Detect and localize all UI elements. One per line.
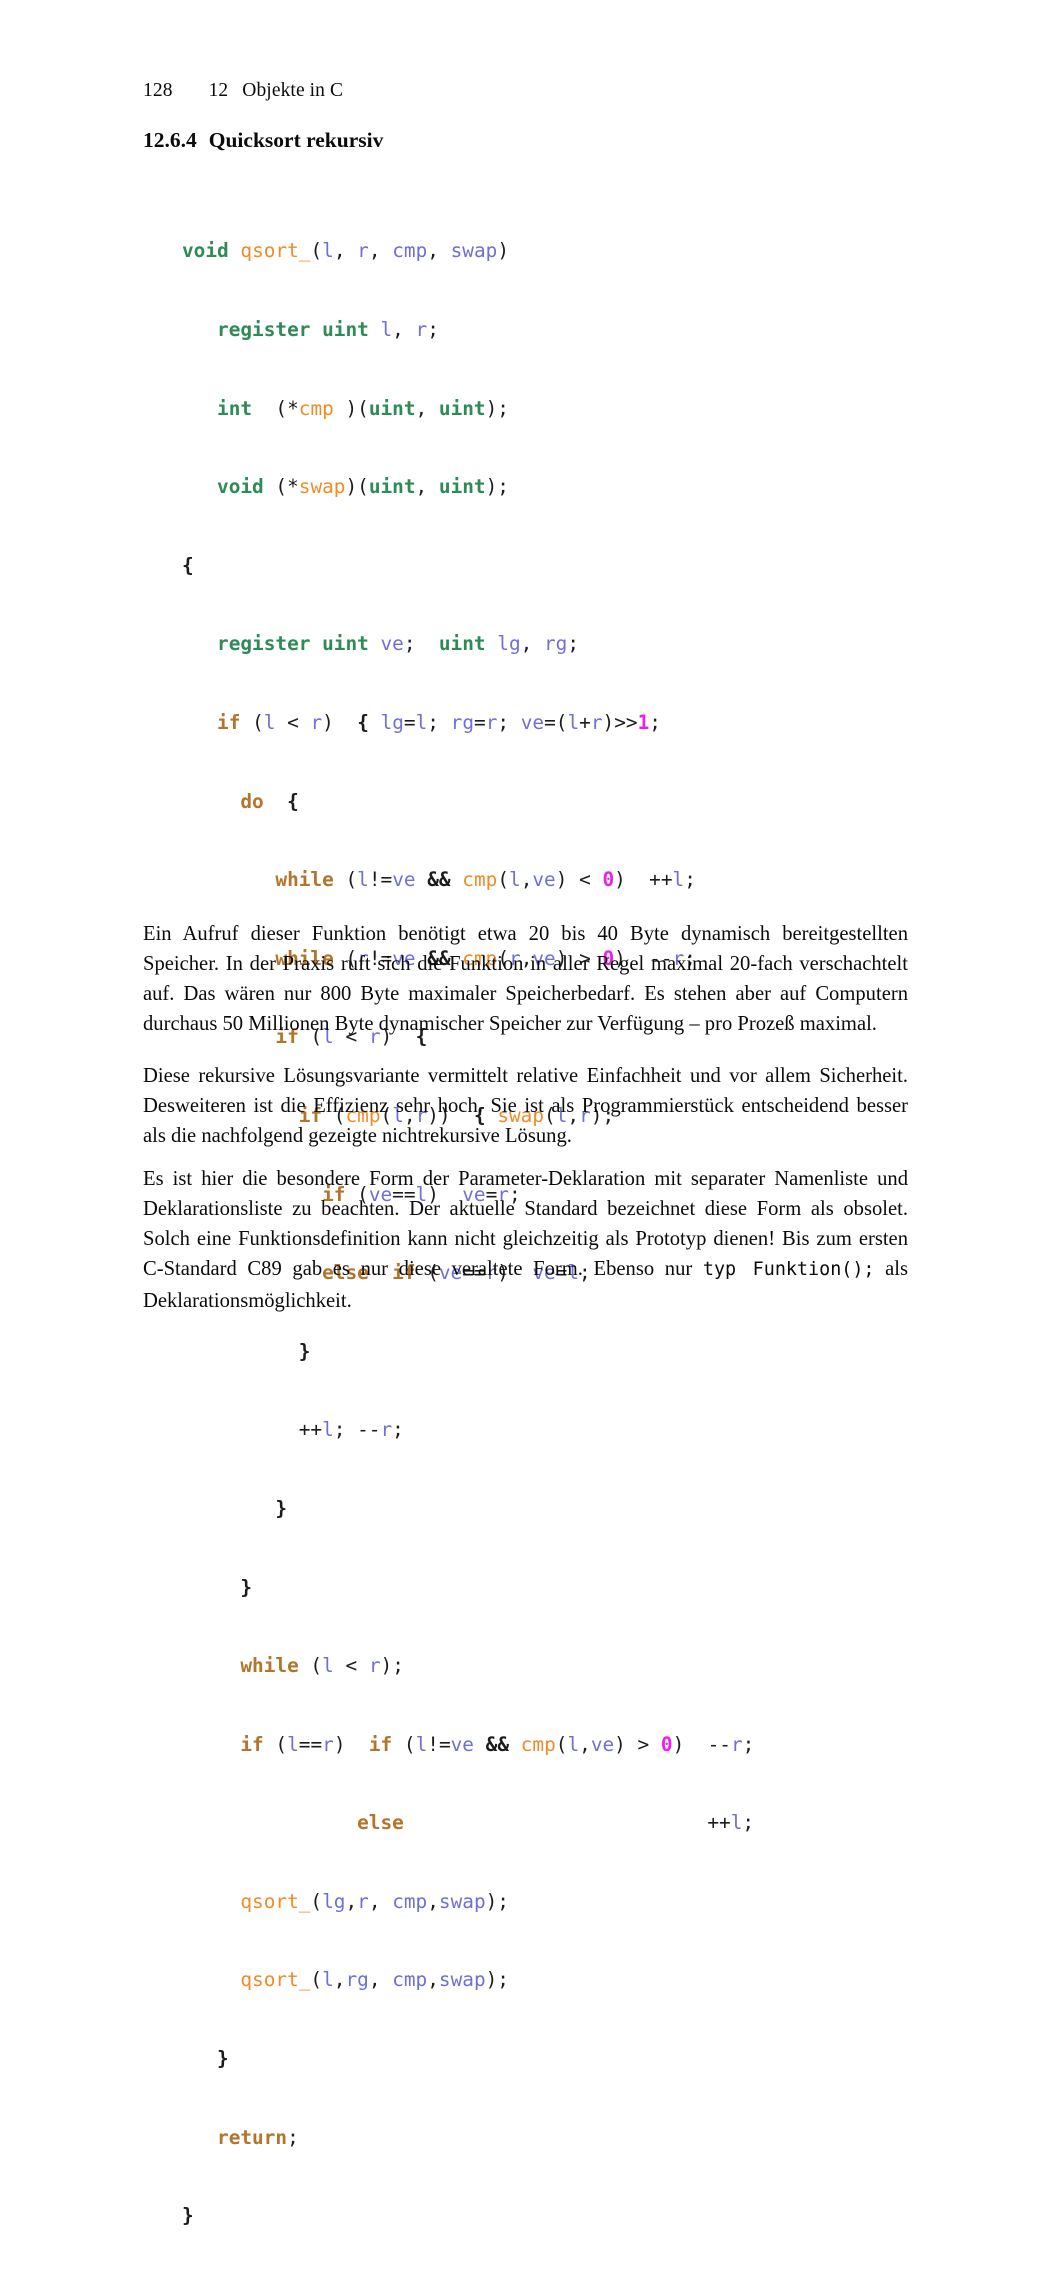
code-line: do { (240, 789, 299, 813)
code-line: } (298, 1339, 311, 1363)
code-line: while (l!=ve && cmp(l,ve) < 0) ++l; (275, 868, 696, 892)
section-heading: 12.6.4 Quicksort rekursiv (143, 128, 383, 153)
code-line: register uint l, r; (217, 318, 439, 341)
code-line: if (l < r) { lg=l; rg=r; ve=(l+r)>>1; (217, 710, 661, 734)
running-head: 128 12 Objekte in C (143, 80, 343, 102)
section-title: Quicksort rekursiv (208, 128, 384, 152)
code-line: } (182, 2204, 194, 2228)
code-line: qsort_(l,rg, cmp,swap); (240, 1968, 509, 1992)
code-line: void qsort_(l, r, cmp, swap) (182, 239, 509, 263)
code-line: } (217, 2047, 229, 2071)
code-line: else ++l; (357, 1811, 755, 1835)
code-line: void (*swap)(uint, uint); (217, 475, 509, 499)
page-number: 128 (143, 80, 173, 101)
code-line: { (182, 553, 194, 577)
chapter-number: 12 (208, 80, 229, 101)
code-line: ++l; --r; (182, 1418, 404, 1442)
code-line: if (l==r) if (l!=ve && cmp(l,ve) > 0) --… (240, 1732, 755, 1756)
body-paragraph-3: Es ist hier die besondere Form der Param… (143, 1164, 908, 1316)
code-line: int (*cmp )(uint, uint); (217, 396, 509, 420)
section-number: 12.6.4 (143, 128, 197, 152)
code-line: } (240, 1575, 253, 1599)
chapter-title: Objekte in C (242, 80, 344, 101)
code-line: qsort_(lg,r, cmp,swap); (240, 1889, 509, 1913)
document-page: 128 12 Objekte in C 12.6.4 Quicksort rekurs… (0, 0, 1050, 2227)
body-paragraph-2: Diese rekursive Lösungsvariante vermitte… (143, 1064, 908, 1148)
code-line: register uint ve; uint lg, rg; (217, 632, 580, 656)
body-paragraph-1: Ein Aufruf dieser Funktion benötigt etwa… (143, 922, 908, 1036)
inline-code-typ-funktion: typ Funktion(); (702, 1259, 875, 1281)
keyword-token: void (182, 239, 229, 263)
code-line: while (l < r); (240, 1654, 404, 1678)
code-line: return; (217, 2125, 299, 2149)
